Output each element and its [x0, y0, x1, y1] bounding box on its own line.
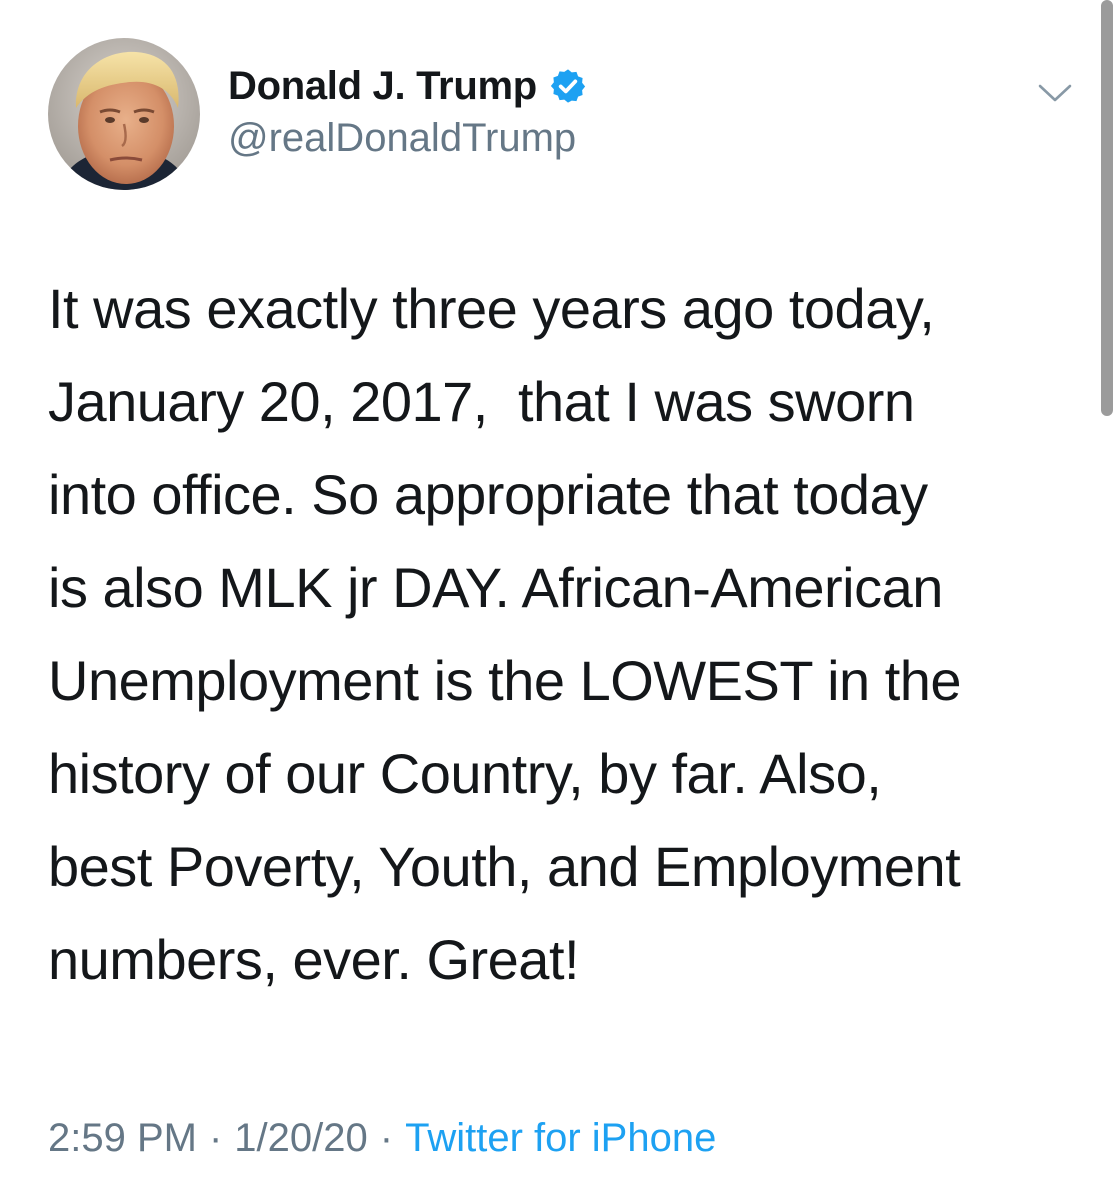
tweet-source-link[interactable]: Twitter for iPhone: [405, 1116, 716, 1161]
tweet-time[interactable]: 2:59 PM: [48, 1116, 197, 1161]
avatar-image: [48, 38, 200, 190]
tweet-card: Donald J. Trump @realDonaldTrump It was …: [0, 0, 1120, 1200]
verified-badge-icon: [550, 69, 585, 103]
meta-separator: ·: [379, 1115, 394, 1160]
avatar[interactable]: [48, 38, 200, 190]
tweet-meta: 2:59 PM · 1/20/20 · Twitter for iPhone: [48, 1112, 716, 1164]
author-name-row[interactable]: Donald J. Trump: [228, 58, 587, 114]
author-handle[interactable]: @realDonaldTrump: [228, 116, 576, 161]
author-display-name[interactable]: Donald J. Trump: [228, 64, 537, 109]
meta-separator: ·: [208, 1115, 223, 1160]
tweet-text: It was exactly three years ago today, Ja…: [48, 277, 962, 991]
chevron-down-icon[interactable]: [1034, 72, 1076, 114]
scrollbar[interactable]: [1101, 0, 1113, 416]
tweet-date[interactable]: 1/20/20: [234, 1116, 367, 1161]
